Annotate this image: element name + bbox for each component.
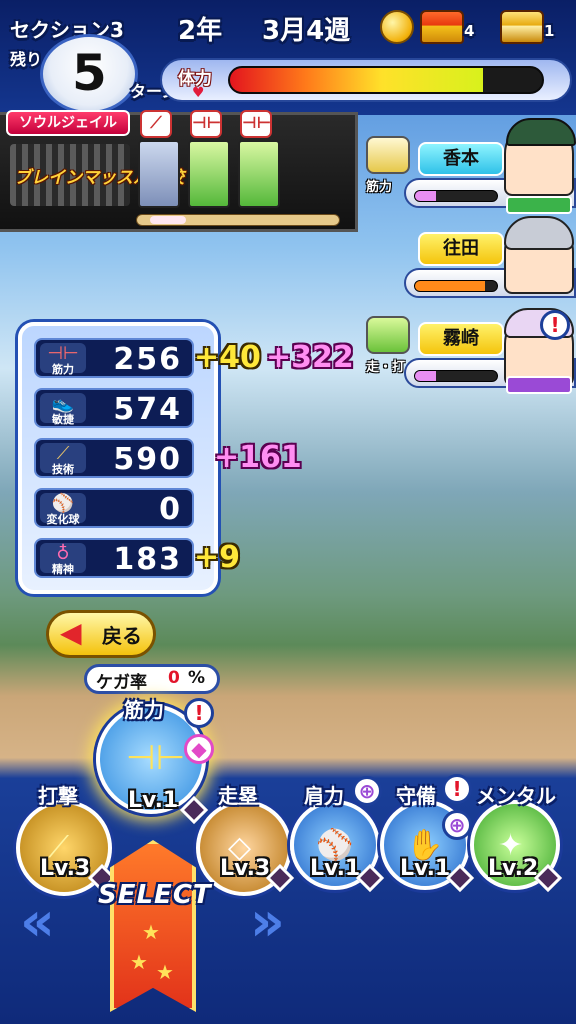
turns-left-value: 5 (72, 44, 107, 102)
training-name: 筋力 (124, 698, 164, 722)
teammate-bond-fill (415, 371, 436, 381)
support-card[interactable] (138, 140, 180, 208)
remaining-label: 残り (10, 50, 43, 69)
teammate-bond-fill (415, 191, 436, 201)
star-icon: ★ (156, 960, 174, 984)
training-level: Lv.3 (220, 856, 271, 881)
red-chest-count: 4 (464, 22, 475, 40)
exclamation-icon: ! (540, 310, 570, 340)
target-icon: ⊕ (442, 810, 472, 840)
team-name-tag: ソウルジェイル (6, 110, 130, 136)
teammate-name[interactable]: 往田 (418, 232, 504, 266)
stat-row-agility: 👟 敏捷 574 (34, 388, 194, 428)
stat-bonus-yellow: +40 (194, 340, 261, 375)
stat-bonus-yellow: +9 (194, 540, 241, 575)
dumbbell-icon: ⊣⊢ (240, 110, 272, 138)
stat-name: 精神 (52, 563, 74, 576)
week-label: 3月4週 (262, 16, 351, 46)
gold-chest-icon[interactable] (500, 10, 544, 44)
stat-row-technique: ⟋ 技術 590 (34, 438, 194, 478)
gold-chest-count: 1 (544, 22, 555, 40)
cap-icon (506, 118, 576, 146)
teammate-badge (506, 376, 572, 394)
stat-name: 筋力 (52, 363, 74, 376)
stat-icon-box: ⟋ 技術 (40, 443, 86, 476)
training-level: Lv.1 (400, 856, 451, 881)
stat-value: 590 (113, 442, 182, 477)
stat-value: 0 (159, 492, 182, 527)
select-label: SELECT (98, 880, 212, 910)
training-name: 肩力 (304, 784, 344, 808)
red-chest-icon[interactable] (420, 10, 464, 44)
year-label: 2年 (178, 16, 223, 46)
stat-icon-box: 👟 敏捷 (40, 393, 86, 426)
stat-value: 183 (113, 542, 182, 577)
training-name: 走塁 (218, 784, 258, 808)
stat-name: 敏捷 (52, 413, 74, 426)
training-name: 打撃 (38, 784, 78, 808)
training-level: Lv.1 (128, 788, 179, 813)
back-button-label: 戻る (102, 624, 142, 648)
stat-icon-box: ♁ 精神 (40, 543, 86, 576)
teammate-training-label: 走・打 (366, 360, 406, 375)
training-name: メンタル (476, 784, 556, 808)
bat-icon (366, 316, 410, 354)
stat-bonus-pink: +161 (214, 440, 302, 475)
stat-icon-box: ⚾ 変化球 (40, 493, 86, 526)
exclamation-icon: ! (184, 698, 214, 728)
stat-value: 574 (113, 392, 182, 427)
bat-icon: ⟋ (140, 110, 172, 138)
stat-icon-box: ⊣⊢ 筋力 (40, 343, 86, 376)
stat-row-breaking-ball: ⚾ 変化球 0 (34, 488, 194, 528)
injury-rate-unit: % (188, 668, 206, 688)
teammate-bond-fill (415, 281, 485, 291)
exclamation-icon: ! (442, 774, 472, 804)
training-level: Lv.2 (488, 856, 539, 881)
support-card[interactable] (238, 140, 280, 208)
teammate-training-label: 筋力 (366, 180, 393, 195)
chat-icon: ◆ (184, 734, 214, 764)
dumbbell-icon (366, 136, 410, 174)
stamina-bar (228, 66, 544, 94)
support-card[interactable] (188, 140, 230, 208)
game-screen: セクション3 残り 5 ターン 2年 3月4週 4 1 体力 ♥ ソウルジェイル… (0, 0, 576, 1024)
teammate-bond-bar (414, 280, 498, 292)
stat-row-spirit: ♁ 精神 183 (34, 538, 194, 578)
teammate-bond-bar (414, 190, 498, 202)
stat-row-power: ⊣⊢ 筋力 256 (34, 338, 194, 378)
teammate-badge (506, 196, 572, 214)
target-icon: ⊕ (352, 776, 382, 806)
star-icon: ★ (130, 950, 148, 974)
teammate-bond-bar (414, 370, 498, 382)
injury-rate-value: 0 (168, 668, 180, 688)
training-level: Lv.3 (40, 856, 91, 881)
dumbbell-icon: ⊣⊢ (190, 110, 222, 138)
training-name: 守備 (396, 784, 436, 808)
star-icon: ★ (142, 920, 160, 944)
stat-bonus-pink: +322 (266, 340, 354, 375)
stat-name: 技術 (52, 463, 74, 476)
teammate-name[interactable]: 霧崎 (418, 322, 504, 356)
chevron-right-icon: » (250, 890, 285, 953)
teammate-name[interactable]: 香本 (418, 142, 504, 176)
heart-icon: ♥ (192, 85, 205, 101)
coin-icon[interactable] (380, 10, 414, 44)
stat-value: 256 (113, 342, 182, 377)
training-level: Lv.1 (310, 856, 361, 881)
chevron-left-icon: « (20, 890, 55, 953)
back-arrow-icon: ◀ (60, 616, 82, 649)
hair-icon (504, 216, 574, 250)
card-scrollbar-thumb[interactable] (150, 216, 186, 224)
dumbbell-icon: ⊣⊢ (126, 738, 186, 778)
stat-name: 変化球 (46, 513, 80, 526)
stamina-bar-fill (230, 68, 483, 92)
injury-rate-label: ケガ率 (96, 673, 147, 693)
